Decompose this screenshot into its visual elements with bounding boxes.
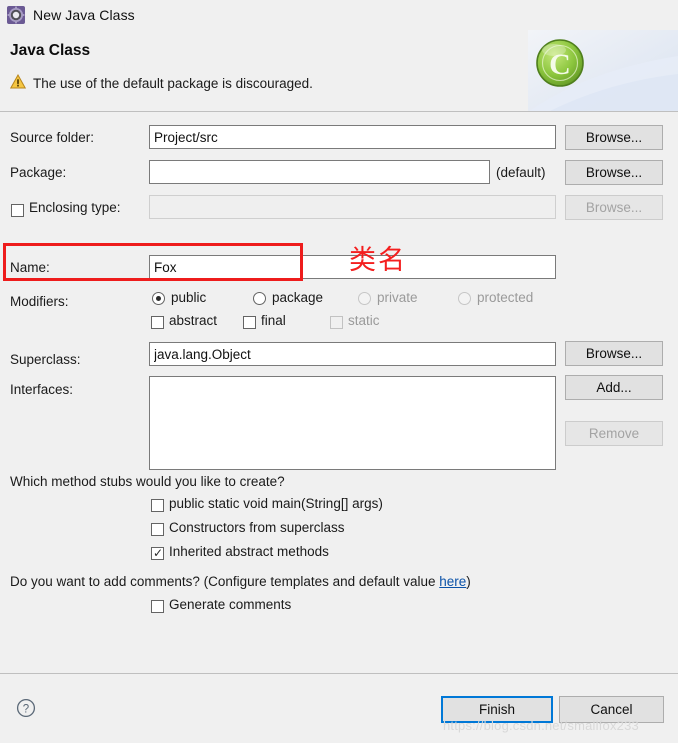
package-browse-button[interactable]: Browse... <box>565 160 663 185</box>
java-class-wizard-icon <box>6 5 26 25</box>
stub-label-inherited-abstract: Inherited abstract methods <box>169 544 329 559</box>
comments-question-prefix: Do you want to add comments? (Configure … <box>10 574 440 589</box>
enclosing-type-input[interactable] <box>149 195 556 219</box>
header-message-row: The use of the default package is discou… <box>9 73 313 92</box>
interfaces-remove-button: Remove <box>565 421 663 446</box>
modifier-label-private: private <box>377 290 418 305</box>
page-title: Java Class <box>10 42 91 59</box>
dialog-title-text: New Java Class <box>33 7 135 23</box>
modifier-checkbox-static <box>330 316 343 329</box>
modifier-checkbox-final[interactable] <box>243 316 256 329</box>
configure-templates-link[interactable]: here <box>439 574 466 589</box>
modifier-radio-protected <box>458 292 471 305</box>
source-folder-browse-button[interactable]: Browse... <box>565 125 663 150</box>
superclass-label: Superclass: <box>10 352 81 367</box>
package-label: Package: <box>10 165 67 180</box>
header-message-text: The use of the default package is discou… <box>33 75 313 91</box>
comments-question-suffix: ) <box>466 574 471 589</box>
method-stubs-question: Which method stubs would you like to cre… <box>10 474 285 489</box>
modifier-radio-public[interactable] <box>152 292 165 305</box>
source-folder-input[interactable] <box>149 125 556 149</box>
stub-label-constructors: Constructors from superclass <box>169 520 345 535</box>
modifier-label-package: package <box>272 290 324 305</box>
comments-question: Do you want to add comments? (Configure … <box>10 574 471 589</box>
modifiers-label: Modifiers: <box>10 294 69 309</box>
stub-checkbox-main-method[interactable] <box>151 499 164 512</box>
superclass-input[interactable] <box>149 342 556 366</box>
interfaces-label: Interfaces: <box>10 382 74 397</box>
modifier-label-final: final <box>261 313 286 328</box>
stub-checkbox-constructors[interactable] <box>151 523 164 536</box>
modifier-label-abstract: abstract <box>169 313 218 328</box>
svg-text:?: ? <box>23 703 29 715</box>
watermark-text: https://blog.csdn.net/smallfox233 <box>443 718 639 733</box>
class-name-label: Name: <box>10 260 50 275</box>
stub-label-main-method: public static void main(String[] args) <box>169 496 383 511</box>
modifier-checkbox-abstract[interactable] <box>151 316 164 329</box>
superclass-browse-button[interactable]: Browse... <box>565 341 663 366</box>
help-question-icon[interactable]: ? <box>16 698 36 721</box>
header-banner-art: C <box>528 30 678 112</box>
stub-checkbox-inherited-abstract[interactable]: ✓ <box>151 547 164 560</box>
modifier-label-public: public <box>171 290 207 305</box>
wizard-header: C Java Class The use of the default pack… <box>0 30 678 112</box>
interfaces-add-button[interactable]: Add... <box>565 375 663 400</box>
enclosing-type-browse-button: Browse... <box>565 195 663 220</box>
generate-comments-checkbox[interactable] <box>151 600 164 613</box>
generate-comments-label: Generate comments <box>169 597 292 612</box>
modifier-label-static: static <box>348 313 380 328</box>
modifier-radio-package[interactable] <box>253 292 266 305</box>
package-default-hint: (default) <box>496 165 546 180</box>
warning-triangle-icon <box>9 73 27 92</box>
modifier-label-protected: protected <box>477 290 534 305</box>
annotation-text: 类名 <box>349 245 407 276</box>
package-input[interactable] <box>149 160 490 184</box>
enclosing-type-checkbox[interactable] <box>11 204 24 217</box>
enclosing-type-label: Enclosing type: <box>29 200 121 215</box>
interfaces-list[interactable] <box>149 376 556 470</box>
wizard-body: Source folder: Browse... Package: (defau… <box>0 112 678 673</box>
modifier-radio-private <box>358 292 371 305</box>
dialog-title-bar: New Java Class <box>0 0 678 30</box>
source-folder-label: Source folder: <box>10 130 95 145</box>
